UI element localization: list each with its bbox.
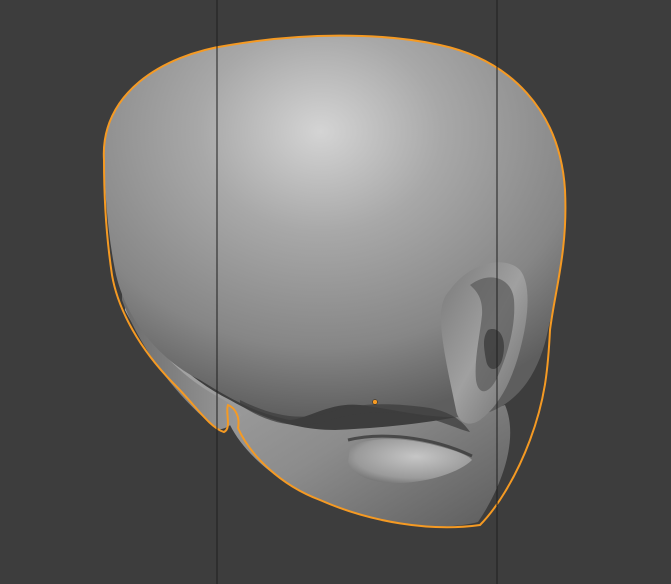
ear <box>440 262 528 424</box>
viewport-scene[interactable] <box>0 0 671 584</box>
3d-viewport[interactable] <box>0 0 671 584</box>
object-origin[interactable] <box>372 399 378 405</box>
